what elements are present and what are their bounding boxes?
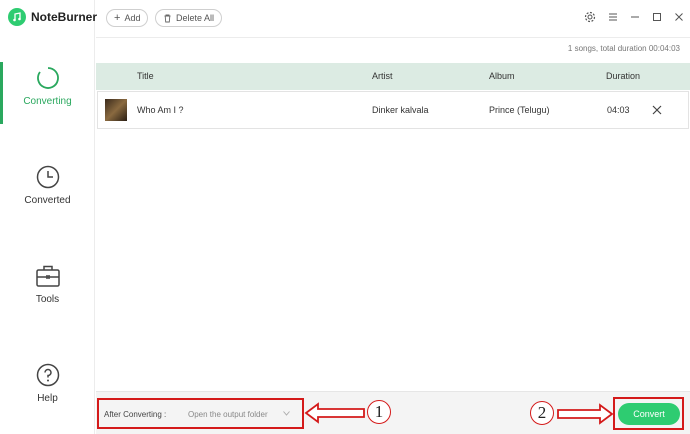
help-icon xyxy=(36,363,59,387)
sidebar-item-converting[interactable]: Converting xyxy=(0,62,95,128)
annotation-box-convert xyxy=(613,397,684,430)
minimize-icon[interactable] xyxy=(630,12,640,22)
track-album: Prince (Telugu) xyxy=(489,105,550,115)
remove-track-icon[interactable] xyxy=(652,105,662,115)
sidebar-item-converted[interactable]: Converted xyxy=(0,165,95,227)
annotation-marker-2: 2 xyxy=(530,401,554,425)
menu-icon[interactable] xyxy=(608,12,618,22)
sidebar-item-label: Converting xyxy=(23,96,72,107)
column-title: Title xyxy=(137,71,154,81)
toolbox-icon xyxy=(35,265,60,287)
converting-icon xyxy=(36,67,59,89)
add-button[interactable]: + Add xyxy=(106,9,149,27)
column-artist: Artist xyxy=(372,71,393,81)
maximize-icon[interactable] xyxy=(652,12,662,22)
sidebar: NoteBurner Converting Converted Tools He… xyxy=(0,0,97,434)
app-logo: NoteBurner xyxy=(8,8,97,26)
plus-icon: + xyxy=(114,12,121,24)
track-duration: 04:03 xyxy=(607,105,630,115)
album-art xyxy=(105,99,127,121)
sidebar-item-label: Tools xyxy=(35,294,60,305)
track-title: Who Am I ? xyxy=(137,105,184,115)
sidebar-item-help[interactable]: Help xyxy=(0,363,95,425)
settings-icon[interactable] xyxy=(584,11,596,23)
sidebar-item-tools[interactable]: Tools xyxy=(0,264,95,326)
clock-icon xyxy=(36,165,59,189)
noteburner-logo-icon xyxy=(8,8,26,26)
track-artist: Dinker kalvala xyxy=(372,105,429,115)
sidebar-item-label: Help xyxy=(37,393,58,404)
table-row[interactable]: Who Am I ? Dinker kalvala Prince (Telugu… xyxy=(97,91,689,129)
close-window-icon[interactable] xyxy=(674,12,684,22)
delete-all-button[interactable]: Delete All xyxy=(155,9,223,27)
app-name: NoteBurner xyxy=(31,10,98,24)
add-label: Add xyxy=(124,13,141,23)
toolbar: + Add Delete All xyxy=(96,0,690,38)
column-duration: Duration xyxy=(606,71,641,81)
sidebar-item-label: Converted xyxy=(24,195,71,206)
table-header: Title Artist Album Duration xyxy=(96,63,690,90)
annotation-box-after-converting xyxy=(97,398,304,429)
annotation-arrow-left-icon xyxy=(304,402,365,424)
trash-icon xyxy=(164,14,171,22)
songs-summary: 1 songs, total duration 00:04:03 xyxy=(567,44,680,53)
annotation-marker-1: 1 xyxy=(367,400,391,424)
delete-all-label: Delete All xyxy=(176,13,215,23)
annotation-arrow-right-icon xyxy=(557,403,614,425)
column-album: Album xyxy=(489,71,515,81)
